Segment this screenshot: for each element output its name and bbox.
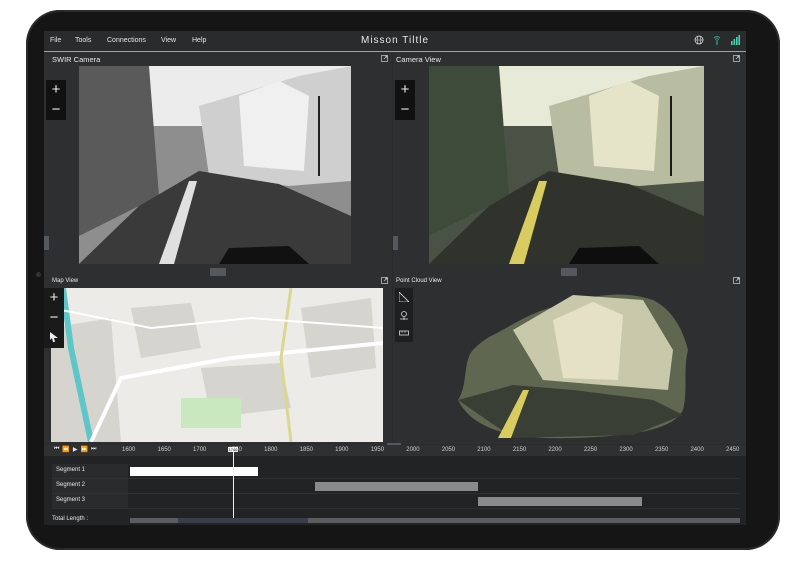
zoom-in-button[interactable]: + <box>46 80 66 100</box>
resize-handle[interactable] <box>210 268 226 276</box>
swir-camera-image <box>79 66 351 264</box>
timeline-tick-label: 1650 <box>157 447 171 453</box>
timeline-ruler: ⏮ ⏪ ▶ ⏩ ⏭ 160016501700175018001850190019… <box>44 445 746 456</box>
menu-bar: File Tools Connections View Help Misson … <box>44 31 746 52</box>
timeline-tick-label: 2350 <box>654 447 669 453</box>
zoom-control: + − <box>46 80 66 120</box>
rewind-icon[interactable]: ⏪ <box>62 446 69 453</box>
map-view-panel: Map View + − <box>44 276 392 444</box>
timeline-tick-label: 1800 <box>264 447 278 453</box>
timeline-tick-label: 2300 <box>619 447 633 453</box>
timeline-tick-label: 1600 <box>122 447 136 453</box>
panel-title: Point Cloud View <box>396 278 442 284</box>
timeline-tick-label: 2050 <box>441 447 456 453</box>
fast-forward-icon[interactable]: ⏩ <box>81 446 88 453</box>
resize-handle[interactable] <box>561 268 577 276</box>
cursor-icon[interactable] <box>44 328 64 348</box>
camera-view-image <box>429 66 704 264</box>
map-image[interactable] <box>51 288 383 442</box>
timeline-tick-label: 2200 <box>548 447 562 453</box>
side-collapse-tab[interactable] <box>393 236 398 250</box>
play-icon[interactable]: ▶ <box>73 446 78 453</box>
timeline-tick-label: 2450 <box>726 447 740 453</box>
expand-icon[interactable] <box>733 277 740 284</box>
zoom-in-button[interactable]: + <box>395 80 415 100</box>
zoom-control: + − <box>395 80 415 120</box>
globe-icon[interactable] <box>694 35 704 45</box>
segment-label: Segment 3 <box>56 497 86 503</box>
camera-view-panel: Camera View + − <box>393 52 746 276</box>
playhead-label[interactable]: 1746 <box>228 447 238 452</box>
timeline-tick-label: 2000 <box>406 447 420 453</box>
expand-icon[interactable] <box>733 55 740 62</box>
segment-bar[interactable] <box>130 467 258 476</box>
timeline-tick-label: 2250 <box>583 447 598 453</box>
zoom-out-button[interactable]: − <box>44 308 64 328</box>
segment-bar[interactable] <box>478 497 642 506</box>
segment-label: Segment 2 <box>56 482 86 488</box>
app-title: Misson Tiltle <box>360 35 429 46</box>
swir-camera-panel: SWIR Camera + − <box>44 52 392 276</box>
signal-bars-icon <box>731 35 740 45</box>
timeline-tick-label: 1950 <box>370 447 385 453</box>
point-cloud-image[interactable] <box>453 290 693 440</box>
panel-title: SWIR Camera <box>52 55 101 64</box>
playhead[interactable] <box>233 450 234 520</box>
zoom-control: + − <box>44 288 64 348</box>
skip-forward-icon[interactable]: ⏭ <box>91 446 96 453</box>
zoom-out-button[interactable]: − <box>46 100 66 120</box>
timeline-tick-label: 1900 <box>335 447 349 453</box>
signal-icon[interactable] <box>712 35 722 45</box>
app-screen: File Tools Connections View Help Misson … <box>44 31 746 525</box>
panel-title: Camera View <box>396 55 441 64</box>
segment-bar[interactable] <box>314 482 479 491</box>
timeline-tick-label: 2100 <box>477 447 491 453</box>
front-camera <box>36 272 41 277</box>
side-collapse-tab[interactable] <box>44 236 49 250</box>
total-length-viewport[interactable] <box>178 518 308 523</box>
measure-icon[interactable] <box>395 324 413 342</box>
location-icon[interactable] <box>395 306 413 324</box>
total-length-label: Total Length : <box>52 516 89 522</box>
point-cloud-toolbar <box>395 288 413 342</box>
point-cloud-panel: Point Cloud View <box>393 276 746 444</box>
timeline-tick-label: 2400 <box>690 447 704 453</box>
zoom-out-button[interactable]: − <box>395 100 415 120</box>
zoom-in-button[interactable]: + <box>44 288 64 308</box>
expand-icon[interactable] <box>381 55 388 62</box>
timeline-tick-label: 1700 <box>193 447 207 453</box>
skip-back-icon[interactable]: ⏮ <box>54 446 59 453</box>
timeline: ⏮ ⏪ ▶ ⏩ ⏭ 160016501700175018001850190019… <box>44 445 746 525</box>
panel-title: Map View <box>52 278 79 284</box>
timeline-tick-label: 2150 <box>512 447 527 453</box>
expand-icon[interactable] <box>381 277 388 284</box>
timeline-tick-label: 1850 <box>299 447 313 453</box>
playback-controls: ⏮ ⏪ ▶ ⏩ ⏭ <box>54 446 96 453</box>
ruler-icon[interactable] <box>395 288 413 306</box>
segment-label: Segment 1 <box>56 467 86 473</box>
